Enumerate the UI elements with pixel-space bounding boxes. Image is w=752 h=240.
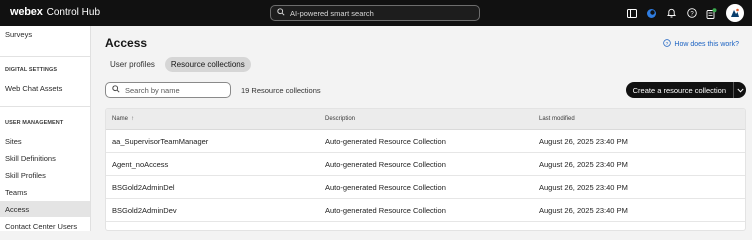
cell-description: Auto-generated Resource Collection	[325, 206, 446, 215]
sidebar-item-skill-definitions[interactable]: Skill Definitions	[0, 150, 90, 166]
sidebar-item-contact-center-users[interactable]: Contact Center Users	[0, 218, 90, 234]
create-button-label[interactable]: Create a resource collection	[625, 82, 733, 98]
sidebar-divider	[0, 106, 90, 107]
search-box[interactable]	[105, 82, 231, 98]
tab-bar: User profiles Resource collections	[104, 57, 251, 72]
layout-icon[interactable]	[626, 8, 637, 19]
cell-name: Agent_noAccess	[112, 160, 169, 169]
ai-assistant-icon[interactable]	[646, 8, 657, 19]
brand[interactable]: webex Control Hub	[10, 6, 100, 18]
help-icon[interactable]: ?	[686, 8, 697, 19]
help-link[interactable]: ? How does this work?	[663, 39, 739, 49]
sidebar-item-web-chat-assets[interactable]: Web Chat Assets	[0, 80, 90, 96]
tab-resource-collections[interactable]: Resource collections	[164, 57, 251, 72]
table-row[interactable]: BSGold2AdminDev Auto-generated Resource …	[106, 199, 745, 222]
tasks-icon[interactable]	[706, 7, 717, 19]
brand-name: Control Hub	[46, 6, 100, 18]
cell-last-modified: August 26, 2025 23:40 PM	[539, 183, 628, 192]
sidebar: Surveys DIGITAL SETTINGS Web Chat Assets…	[0, 26, 91, 231]
cell-description: Auto-generated Resource Collection	[325, 160, 446, 169]
cell-description: Auto-generated Resource Collection	[325, 137, 446, 146]
webex-logo: webex	[10, 6, 43, 18]
help-circle-icon: ?	[663, 39, 672, 49]
result-count: 19 Resource collections	[241, 86, 321, 95]
sidebar-heading-user-management: USER MANAGEMENT	[5, 120, 64, 126]
top-bar: webex Control Hub AI-powered smart searc…	[0, 0, 752, 26]
search-icon	[112, 85, 120, 95]
sidebar-divider	[0, 56, 90, 57]
column-header-label: Name	[112, 116, 129, 122]
svg-text:?: ?	[666, 41, 669, 47]
cell-name: BSGold2AdminDel	[112, 183, 175, 192]
smart-search-input[interactable]: AI-powered smart search	[270, 5, 480, 21]
tab-user-profiles[interactable]: User profiles	[104, 57, 161, 72]
cell-last-modified: August 26, 2025 23:40 PM	[539, 206, 628, 215]
cell-last-modified: August 26, 2025 23:40 PM	[539, 137, 628, 146]
page-title: Access	[105, 36, 148, 50]
search-input[interactable]	[125, 85, 225, 95]
help-link-label: How does this work?	[674, 40, 739, 48]
table-row[interactable]: aa_SupervisorTeamManager Auto-generated …	[106, 130, 745, 153]
cell-description: Auto-generated Resource Collection	[325, 183, 446, 192]
cell-name: aa_SupervisorTeamManager	[112, 137, 209, 146]
sidebar-item-access[interactable]: Access	[0, 201, 90, 217]
column-header-last-modified[interactable]: Last modified	[539, 116, 575, 122]
main-content: Access ? How does this work? User profil…	[91, 26, 752, 231]
search-icon	[277, 8, 285, 18]
resource-collections-table: Name ↑ Description Last modified aa_Supe…	[105, 108, 746, 231]
smart-search-placeholder: AI-powered smart search	[290, 8, 374, 18]
column-header-description[interactable]: Description	[325, 116, 355, 122]
chevron-down-icon[interactable]	[733, 82, 746, 98]
bell-icon[interactable]	[666, 8, 677, 19]
column-header-name[interactable]: Name ↑	[112, 116, 134, 122]
sidebar-item-teams[interactable]: Teams	[0, 184, 90, 200]
sidebar-item-skill-profiles[interactable]: Skill Profiles	[0, 167, 90, 183]
sidebar-heading-digital-settings: DIGITAL SETTINGS	[5, 67, 58, 73]
cell-name: BSGold2AdminDev	[112, 206, 177, 215]
cell-last-modified: August 26, 2025 23:40 PM	[539, 160, 628, 169]
svg-text:?: ?	[690, 11, 694, 17]
sidebar-item-surveys[interactable]: Surveys	[0, 26, 90, 42]
sort-ascending-icon: ↑	[131, 116, 135, 122]
table-header: Name ↑ Description Last modified	[106, 109, 745, 130]
table-row[interactable]: Agent_noAccess Auto-generated Resource C…	[106, 153, 745, 176]
table-row[interactable]: BSGold2AdminDel Auto-generated Resource …	[106, 176, 745, 199]
sidebar-item-sites[interactable]: Sites	[0, 133, 90, 149]
create-resource-collection-button[interactable]: Create a resource collection	[625, 82, 746, 98]
avatar[interactable]	[726, 4, 744, 22]
